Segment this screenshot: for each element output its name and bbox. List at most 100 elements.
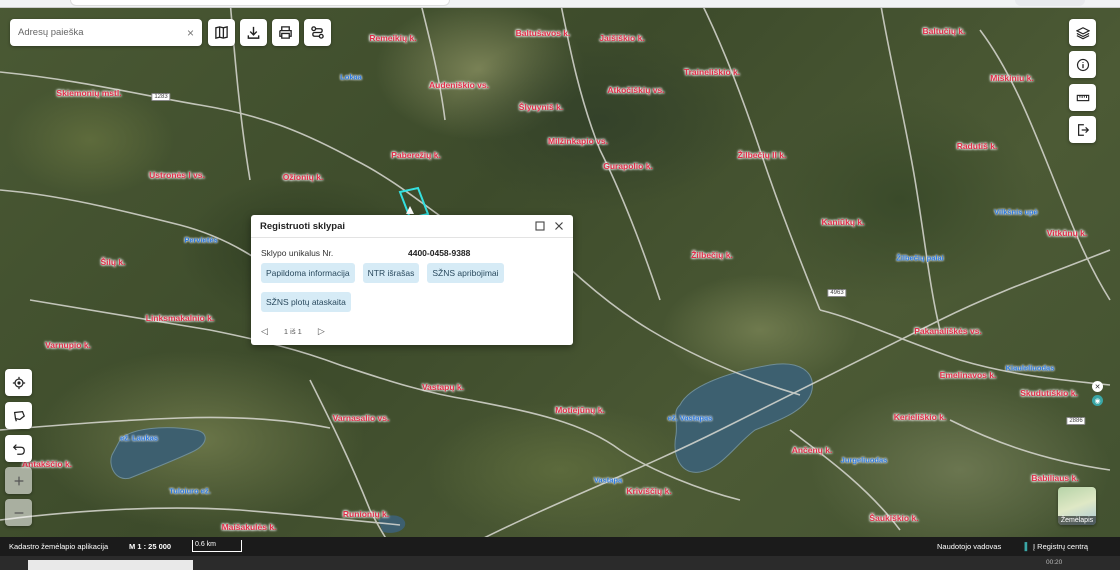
route-icon [311,26,324,39]
lasso-icon [13,410,25,421]
minus-icon [14,511,23,514]
place-label: Motiejūnų k. [555,405,605,415]
print-button[interactable] [272,19,299,46]
download-button[interactable] [240,19,267,46]
browser-strip [0,0,1120,8]
logout-icon [1077,123,1089,136]
place-label: Žilbečių II k. [737,150,787,160]
water-label: Kiauleliuodas [1005,363,1055,373]
layers-icon [1075,26,1090,39]
popup-pager: ◁ 1 iš 1 ▷ [261,326,325,337]
zoom-out-button[interactable] [5,499,32,526]
place-label: Šaukiškio k. [869,513,919,523]
szns-restrictions-button[interactable]: SŽNS apribojimai [427,263,504,283]
undo-button[interactable] [5,435,32,462]
locate-button[interactable] [5,369,32,396]
place-label: Varnasalio vs. [332,413,390,423]
road-number-badge: 1283 [151,93,171,101]
target-small-icon[interactable]: ◉ [1092,395,1103,406]
road-number-badge: 2886 [1066,417,1086,425]
layers-button[interactable] [1069,19,1096,46]
info-button[interactable] [1069,51,1096,78]
water-label: Žilbečių palai [896,253,944,263]
address-search-box[interactable]: × [10,19,202,46]
place-label: Milžinkapio vs. [548,136,608,146]
place-label: Miškiniu k. [990,73,1034,83]
place-label: Linksmakalnio k. [145,313,215,323]
water-label: Vilkšnis upė [994,207,1038,217]
printer-icon [279,26,292,39]
place-label: Emelinavos k. [939,370,997,380]
basemap-label: Žemėlapis [1058,516,1096,525]
selected-parcel [398,186,430,220]
registry-link[interactable]: Į Registrų centrą [1033,542,1088,551]
lasso-button[interactable] [5,402,32,429]
user-guide-link[interactable]: Naudotojo vadovas [937,542,1001,551]
place-label: Remeikių k. [369,33,417,43]
place-label: Vitkūnų k. [1046,228,1088,238]
address-bar [70,0,450,6]
route-tool-button[interactable] [304,19,331,46]
close-small-icon[interactable]: ✕ [1092,381,1103,392]
place-label: Babiliaus k. [1031,473,1079,483]
map-scale: M 1 : 25 000 [129,542,172,551]
zoom-in-button[interactable] [5,467,32,494]
additional-info-button[interactable]: Papildoma informacija [261,263,355,283]
place-label: Maišakulės k. [221,522,277,532]
clear-search-icon[interactable]: × [187,26,194,40]
scale-bar: 0.6 km [192,540,242,552]
browser-pill [1015,0,1085,6]
place-label: Gurapolio k. [603,161,653,171]
prev-arrow-icon[interactable]: ◁ [261,326,268,337]
taskbar-strip: 00:20 [0,556,1120,570]
ruler-icon [1076,94,1089,101]
registry-logo-icon: ▐ [1022,542,1028,551]
pager-text: 1 iš 1 [283,327,302,336]
address-search-input[interactable] [18,27,187,38]
crosshair-icon [12,376,25,389]
mini-controls: ✕ ◉ [1092,381,1103,409]
place-label: Skudutiškio k. [1020,388,1078,398]
place-label: Paberežių k. [391,150,441,160]
place-label: Kriviščių k. [626,486,672,496]
place-label: Jaišiškio k. [599,33,645,43]
place-label: Vastapų k. [421,382,465,392]
close-icon[interactable] [554,221,564,231]
maximize-icon[interactable] [535,221,545,231]
place-label: Kaniūkų k. [821,217,865,227]
place-label: Skiemonių mstl. [56,88,122,98]
place-label: Radutiš k. [956,141,998,151]
download-icon [247,26,260,39]
place-label: Traineliškio k. [683,67,741,77]
map-book-button[interactable] [208,19,235,46]
place-label: Baltučių k. [922,26,966,36]
place-label: Ožionių k. [282,172,324,182]
szns-area-report-button[interactable]: SŽNS plotų ataskaita [261,292,351,312]
place-label: Baltušavos k. [515,28,571,38]
water-label: ež. Laukas [120,433,158,443]
water-label: Pervietės [184,235,218,245]
clock-text: 00:20 [1046,559,1063,566]
popup-header: Registruoti sklypai [251,215,573,238]
undo-icon [12,443,25,455]
place-label: Atkočiškių vs. [607,85,665,95]
water-label: Tuloiuro ež. [169,486,211,496]
road-number-badge: 4963 [827,289,847,297]
taskbar-segment [28,560,193,570]
measure-button[interactable] [1069,84,1096,111]
water-label: Vastapa [593,475,623,485]
logout-button[interactable] [1069,116,1096,143]
next-arrow-icon[interactable]: ▷ [318,326,325,337]
map-book-icon [215,26,228,39]
app-name: Kadastro žemėlapio aplikacija [9,542,109,551]
parcel-id-row: Sklypo unikalus Nr. 4400-0458-9388 [251,238,573,258]
place-label: Audeniškio vs. [429,80,489,90]
parcel-info-popup: Registruoti sklypai Sklypo unikalus Nr. … [251,215,573,345]
water-label: Jurgeliuodas [840,455,888,465]
parcel-id-label: Sklypo unikalus Nr. [261,248,334,258]
place-label: Varnupio k. [45,340,91,350]
basemap-switcher[interactable]: Žemėlapis [1058,487,1096,525]
water-label: ež. Vastapas [667,413,713,423]
water-label: Lokaa [340,72,362,82]
ntr-extract-button[interactable]: NTR išrašas [362,263,420,283]
